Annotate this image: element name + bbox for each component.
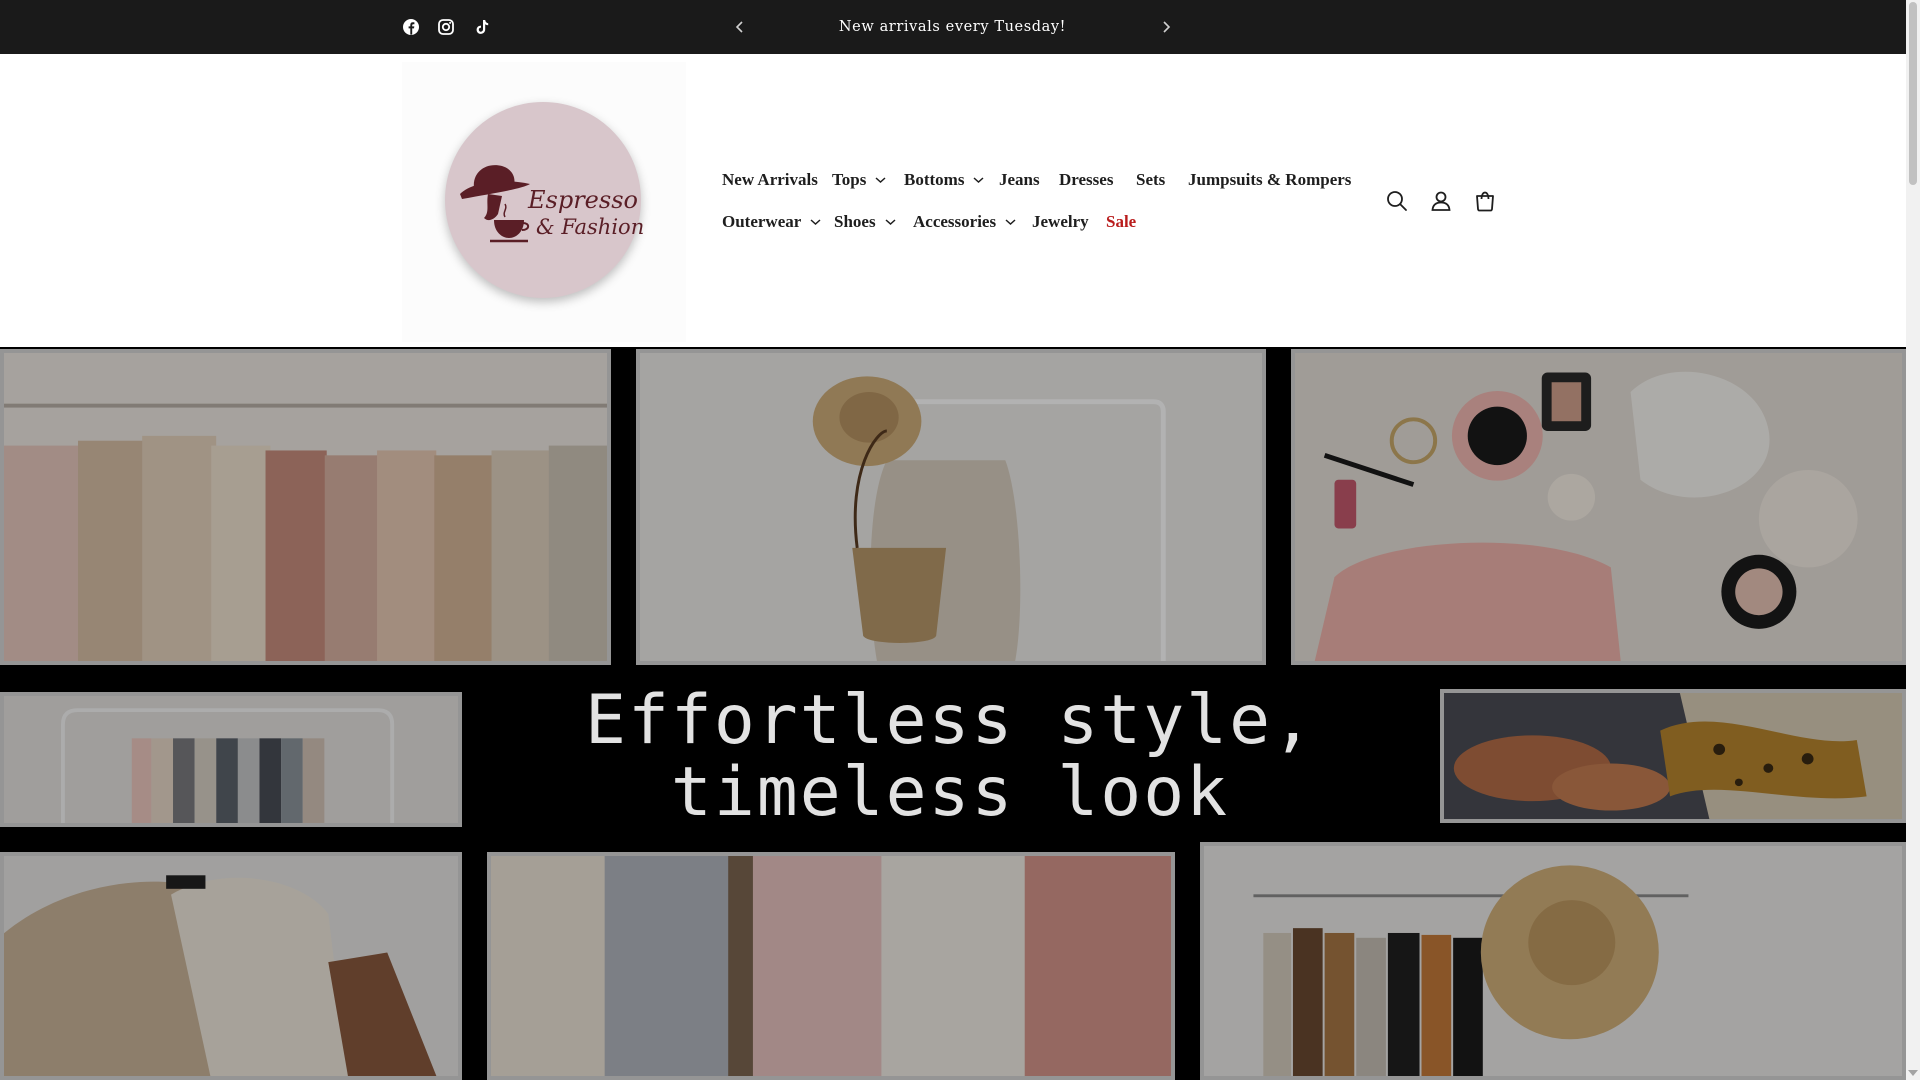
announcement-text: New arrivals every Tuesday! xyxy=(838,19,1067,35)
logo-wordmark-line2: & Fashion xyxy=(536,215,644,239)
nav-jewelry[interactable]: Jewelry xyxy=(1032,212,1089,232)
nav-label: Jeans xyxy=(999,170,1040,189)
site-header: Espresso & Fashion New Arrivals Tops Bot… xyxy=(0,54,1906,347)
nav-outerwear[interactable]: Outerwear xyxy=(722,212,821,232)
page-scrollbar[interactable] xyxy=(1906,0,1920,1080)
facebook-icon[interactable] xyxy=(401,17,421,37)
knit-sweaters-photo xyxy=(487,852,1175,1080)
hero-heading-line1: Effortless style, xyxy=(585,681,1315,760)
nav-jeans[interactable]: Jeans xyxy=(999,170,1040,190)
nav-label: Tops xyxy=(832,170,867,189)
logo-woman-cup-icon: Espresso & Fashion xyxy=(460,165,644,243)
hero-heading: Effortless style, timeless look xyxy=(470,685,1430,829)
scrollbar-thumb[interactable] xyxy=(1909,2,1917,185)
logo-link[interactable]: Espresso & Fashion xyxy=(402,62,686,342)
chevron-down-icon xyxy=(1005,219,1016,226)
nav-label: Sets xyxy=(1136,170,1166,189)
nav-dresses[interactable]: Dresses xyxy=(1059,170,1113,190)
hat-bag-dress-photo xyxy=(636,349,1266,665)
cart-icon[interactable] xyxy=(1472,188,1498,214)
nav-label: Jewelry xyxy=(1032,212,1089,231)
nav-label: Jumpsuits & Rompers xyxy=(1188,170,1352,189)
rack-with-hat-photo xyxy=(1200,842,1906,1080)
nav-label: Outerwear xyxy=(722,212,802,231)
nav-label: Shoes xyxy=(834,212,876,231)
chevron-down-icon xyxy=(875,177,886,184)
nav-label: Accessories xyxy=(913,212,997,231)
chevron-down-icon xyxy=(810,219,821,226)
nav-new-arrivals[interactable]: New Arrivals xyxy=(722,170,818,190)
flatlay-coffee-photo xyxy=(1291,349,1906,665)
nav-label: New Arrivals xyxy=(722,170,818,189)
announcement-bar: New arrivals every Tuesday! xyxy=(0,0,1906,54)
nav-accessories[interactable]: Accessories xyxy=(913,212,1016,232)
instagram-icon[interactable] xyxy=(436,17,456,37)
hero-banner[interactable]: Effortless style, timeless look xyxy=(0,347,1906,1080)
shoes-scarf-basket-photo xyxy=(1440,689,1906,823)
chevron-down-icon xyxy=(885,219,896,226)
hero-heading-line2: timeless look xyxy=(670,753,1230,832)
nav-label: Dresses xyxy=(1059,170,1114,189)
houndstooth-coat-photo xyxy=(0,852,462,1080)
account-icon[interactable] xyxy=(1428,188,1454,214)
nav-sets[interactable]: Sets xyxy=(1136,170,1165,190)
nav-sale[interactable]: Sale xyxy=(1106,212,1136,232)
announcement-next-arrow-icon[interactable] xyxy=(1156,17,1176,37)
search-icon[interactable] xyxy=(1384,188,1410,214)
nav-bottoms[interactable]: Bottoms xyxy=(904,170,984,190)
nav-tops[interactable]: Tops xyxy=(832,170,886,190)
nav-label: Bottoms xyxy=(904,170,965,189)
announcement-prev-arrow-icon[interactable] xyxy=(730,17,750,37)
tiktok-icon[interactable] xyxy=(472,17,492,37)
chevron-down-icon xyxy=(973,177,984,184)
nav-label: Sale xyxy=(1106,212,1137,231)
nav-shoes[interactable]: Shoes xyxy=(834,212,896,232)
scroll-down-arrow-icon[interactable] xyxy=(1908,1070,1918,1076)
logo-wordmark-line1: Espresso xyxy=(527,186,638,214)
clothing-rack-photo xyxy=(0,349,611,665)
nav-jumpsuits-rompers[interactable]: Jumpsuits & Rompers xyxy=(1188,170,1351,190)
hangers-rack-photo xyxy=(0,692,462,827)
